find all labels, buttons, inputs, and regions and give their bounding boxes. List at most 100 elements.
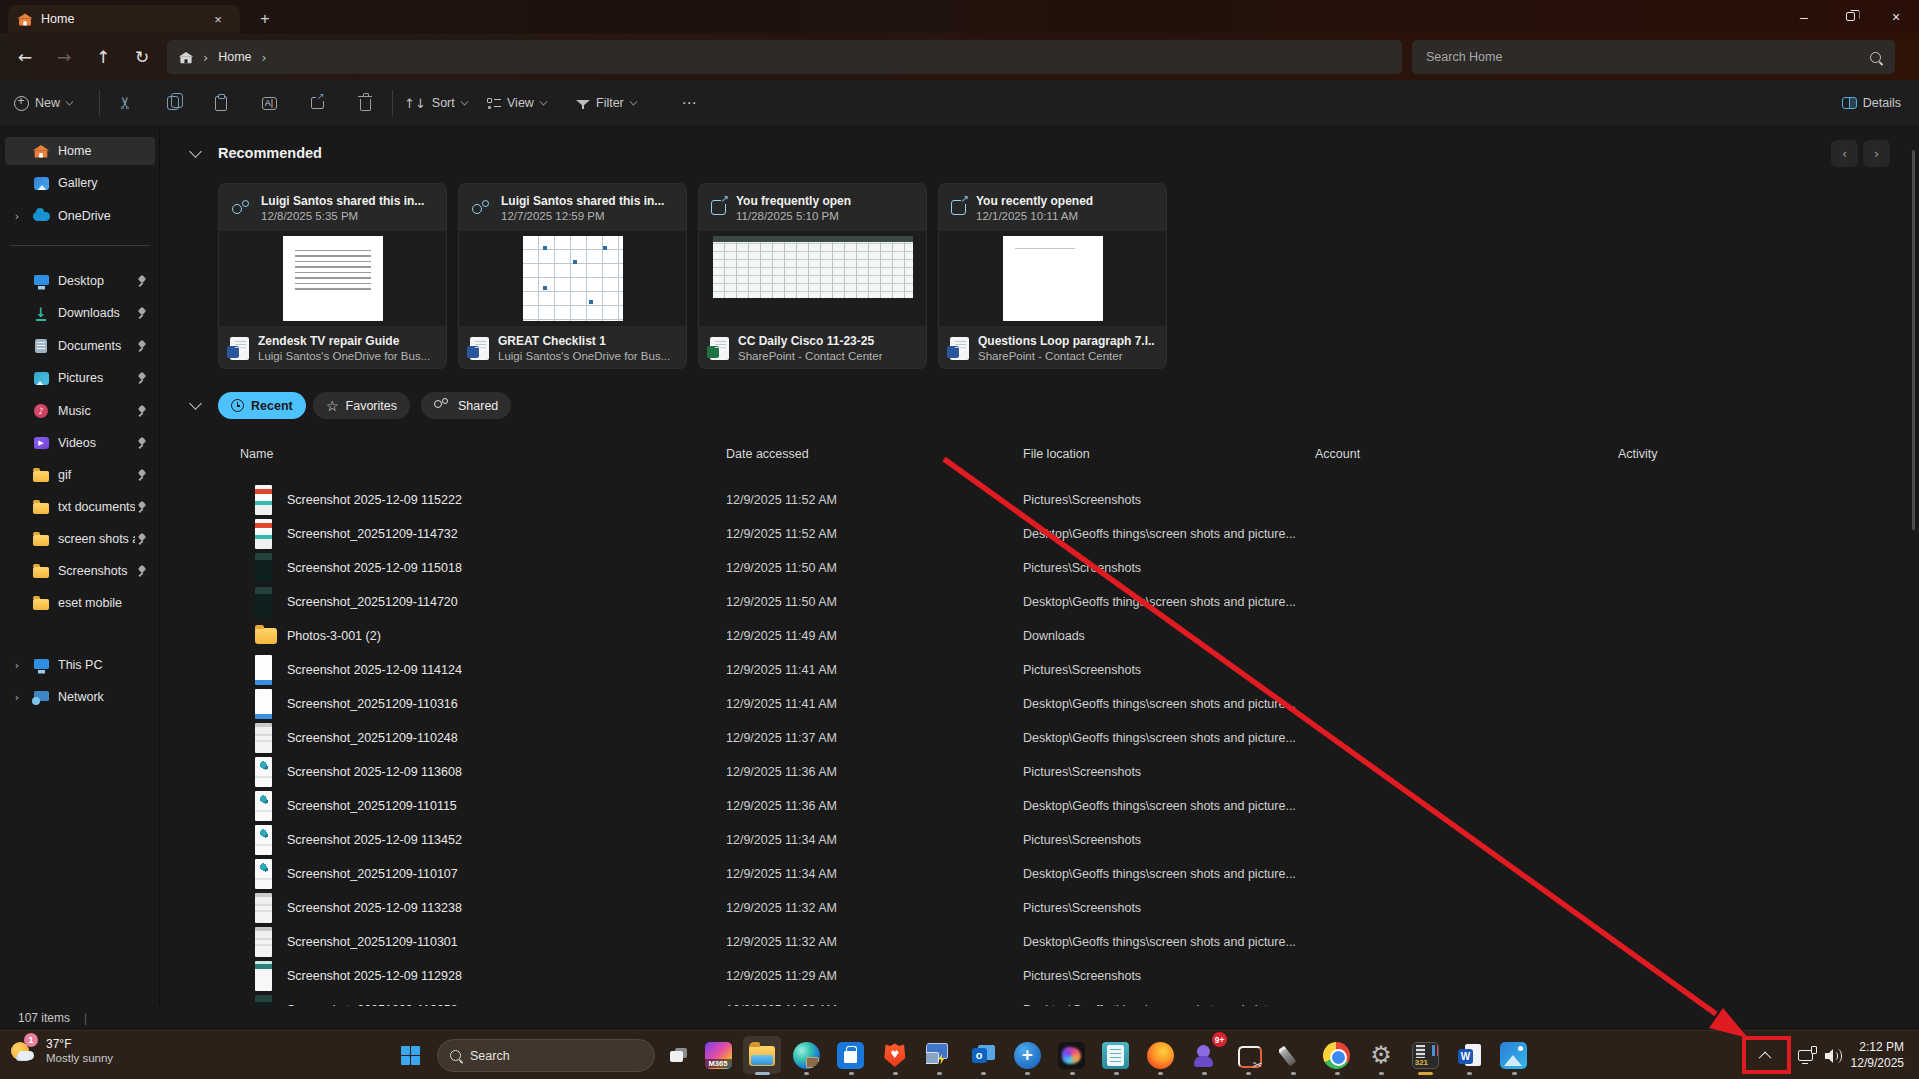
taskbar-app-snipping-tool[interactable] xyxy=(1229,1036,1267,1074)
view-button[interactable]: View xyxy=(487,80,547,126)
weather-badge: 1 xyxy=(24,1033,38,1047)
back-button[interactable]: ← xyxy=(8,40,42,74)
up-button[interactable]: ↑ xyxy=(86,40,120,74)
taskbar-app-chrome[interactable] xyxy=(1318,1036,1356,1074)
share-button[interactable] xyxy=(300,80,334,126)
file-name: Screenshot_20251209-110316 xyxy=(287,697,458,711)
file-row[interactable]: Screenshot_20251209-11031612/9/2025 11:4… xyxy=(161,687,1919,721)
pin-icon xyxy=(135,405,147,417)
search-input[interactable]: Search Home xyxy=(1412,40,1895,74)
taskbar-app-microsoft-store[interactable] xyxy=(832,1036,870,1074)
file-row[interactable]: Screenshot_20251209-11472012/9/2025 11:5… xyxy=(161,585,1919,619)
sidebar-item-gallery[interactable]: Gallery xyxy=(5,169,155,197)
sidebar-item-onedrive[interactable]: ›OneDrive xyxy=(5,202,155,230)
sidebar-item-screenshots[interactable]: Screenshots xyxy=(5,557,155,585)
sidebar-item-screen-shots-anc[interactable]: screen shots anc xyxy=(5,525,155,553)
sidebar-item-music[interactable]: ♪Music xyxy=(5,397,155,425)
rename-button[interactable]: A| xyxy=(252,80,286,126)
sort-button[interactable]: ↑↓ Sort xyxy=(404,80,468,126)
breadcrumb[interactable]: › Home › xyxy=(167,40,1402,74)
new-button[interactable]: New xyxy=(14,80,73,126)
chevron-down-icon xyxy=(539,98,547,106)
explorer-tab-home[interactable]: Home × xyxy=(8,5,240,33)
taskbar-app-outlook[interactable] xyxy=(964,1036,1002,1074)
file-row[interactable]: Screenshot_20251209-11010712/9/2025 11:3… xyxy=(161,857,1919,891)
sidebar-item-home[interactable]: Home xyxy=(5,137,155,165)
minimize-button[interactable]: – xyxy=(1781,0,1827,33)
sidebar-item-documents[interactable]: Documents xyxy=(5,332,155,360)
file-row[interactable]: Screenshot_20251209-11011512/9/2025 11:3… xyxy=(161,789,1919,823)
sidebar-item-gif[interactable]: gif xyxy=(5,461,155,489)
word-icon xyxy=(1456,1042,1483,1069)
taskbar-app-teams[interactable]: 9+ xyxy=(1185,1036,1223,1074)
search-icon[interactable] xyxy=(1870,52,1881,63)
breadcrumb-item[interactable]: Home xyxy=(218,50,251,64)
sidebar-item-this-pc[interactable]: ›This PC xyxy=(5,651,155,679)
sort-icon: ↑↓ xyxy=(404,96,426,111)
chevron-right-icon[interactable]: › xyxy=(5,210,29,223)
file-row[interactable]: Screenshot_20251209-11030112/9/2025 11:3… xyxy=(161,925,1919,959)
taskbar-app-firefox[interactable] xyxy=(1141,1036,1179,1074)
taskbar-app-ms365-app[interactable] xyxy=(1008,1036,1046,1074)
sidebar-item-desktop[interactable]: Desktop xyxy=(5,267,155,295)
breadcrumb-home-icon[interactable] xyxy=(180,57,191,63)
file-row[interactable]: Screenshot 2025-12-09 11360812/9/2025 11… xyxy=(161,755,1919,789)
taskbar-app-file-explorer[interactable] xyxy=(743,1036,781,1074)
file-row[interactable]: Screenshot 2025-12-09 11323812/9/2025 11… xyxy=(161,891,1919,925)
taskbar-app-photos[interactable] xyxy=(1495,1036,1533,1074)
running-indicator xyxy=(1379,1072,1384,1075)
task-view-button[interactable] xyxy=(664,1041,692,1069)
sidebar-item-videos[interactable]: ▶Videos xyxy=(5,429,155,457)
file-row[interactable]: Screenshot 2025-12-09 11501812/9/2025 11… xyxy=(161,551,1919,585)
taskbar-app-word[interactable] xyxy=(1450,1036,1488,1074)
tab-close-icon[interactable]: × xyxy=(206,9,230,29)
file-row[interactable]: Screenshot 2025-12-09 11345212/9/2025 11… xyxy=(161,823,1919,857)
paste-button[interactable] xyxy=(204,80,238,126)
file-row[interactable]: Screenshot 2025-12-09 11522212/9/2025 11… xyxy=(161,483,1919,517)
taskbar-app-remote-desktop[interactable] xyxy=(920,1036,958,1074)
start-button[interactable] xyxy=(396,1041,424,1069)
details-pane-button[interactable]: Details xyxy=(1842,80,1901,126)
delete-button[interactable] xyxy=(348,80,382,126)
chevron-right-icon[interactable]: › xyxy=(5,659,29,672)
taskbar-app-usb-tool[interactable] xyxy=(1274,1036,1312,1074)
file-name: Screenshot_20251209-110107 xyxy=(287,867,458,881)
taskbar-clock[interactable]: 2:12 PM 12/9/2025 xyxy=(1851,1039,1904,1071)
taskbar-app-notepad[interactable] xyxy=(1097,1036,1135,1074)
cut-button[interactable]: ✂ xyxy=(108,80,142,126)
chevron-right-icon[interactable]: › xyxy=(5,691,29,704)
file-row[interactable]: Photos-3-001 (2)12/9/2025 11:49 AMDownlo… xyxy=(161,619,1919,653)
sidebar-item-txt-documents[interactable]: txt documents xyxy=(5,493,155,521)
maximize-button[interactable] xyxy=(1827,0,1873,33)
refresh-button[interactable]: ↻ xyxy=(125,40,159,74)
file-date-accessed: 12/9/2025 11:36 AM xyxy=(726,765,837,779)
close-button[interactable]: × xyxy=(1873,0,1919,33)
sidebar-item-network[interactable]: ›Network xyxy=(5,683,155,711)
weather-widget[interactable]: 1 37°F Mostly sunny xyxy=(10,1036,113,1064)
taskbar-app-settings[interactable]: ⚙ xyxy=(1362,1036,1400,1074)
file-row[interactable]: Screenshot_20251209-11024812/9/2025 11:3… xyxy=(161,721,1919,755)
sidebar-item-pictures[interactable]: Pictures xyxy=(5,364,155,392)
taskbar-app-media-player-321[interactable] xyxy=(1406,1036,1444,1074)
volume-tray-icon[interactable] xyxy=(1820,1043,1848,1069)
network-tray-icon[interactable] xyxy=(1792,1043,1818,1069)
file-row[interactable]: Screenshot_20251209-11005812/9/2025 11:2… xyxy=(161,993,1919,1006)
sidebar-item-eset-mobile[interactable]: eset mobile xyxy=(5,589,155,617)
scrollbar[interactable] xyxy=(1912,150,1915,530)
filter-button[interactable]: Filter xyxy=(576,80,637,126)
new-tab-button[interactable]: + xyxy=(252,8,278,30)
sidebar-item-downloads[interactable]: ↓Downloads xyxy=(5,299,155,327)
file-row[interactable]: Screenshot 2025-12-09 11292812/9/2025 11… xyxy=(161,959,1919,993)
file-thumbnail xyxy=(255,519,272,549)
copy-button[interactable] xyxy=(156,80,190,126)
pin-icon xyxy=(135,372,147,384)
forward-button[interactable]: → xyxy=(47,40,81,74)
file-row[interactable]: Screenshot_20251209-11473212/9/2025 11:5… xyxy=(161,517,1919,551)
taskbar-search[interactable]: Search xyxy=(437,1039,655,1072)
taskbar-app-brave[interactable] xyxy=(876,1036,914,1074)
more-options-button[interactable]: ⋯ xyxy=(672,80,706,126)
taskbar-app-edge[interactable] xyxy=(787,1036,825,1074)
taskbar-app-designer[interactable] xyxy=(1053,1036,1091,1074)
file-row[interactable]: Screenshot 2025-12-09 11412412/9/2025 11… xyxy=(161,653,1919,687)
taskbar-app-m365-copilot[interactable]: M365 xyxy=(699,1036,737,1074)
